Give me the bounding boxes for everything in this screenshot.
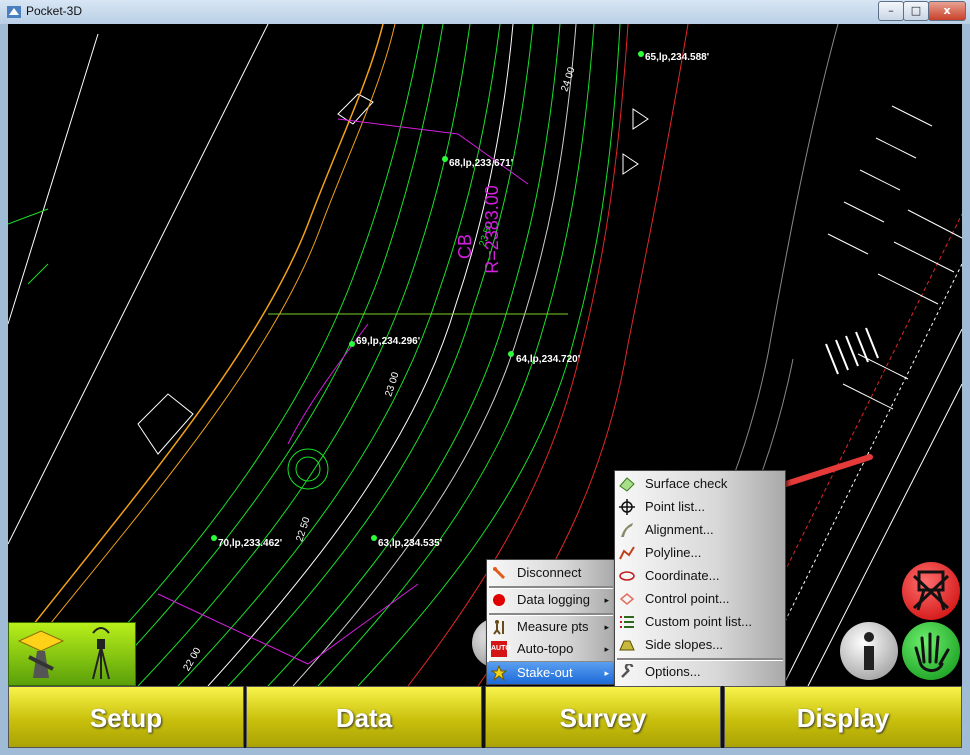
- cad-drawing: [8, 24, 962, 686]
- menu-item-alignment[interactable]: Alignment...: [615, 519, 785, 541]
- app-icon: [7, 6, 21, 18]
- map-canvas[interactable]: 65,lp,234.588' 68,lp,233.671' 69,lp,234.…: [8, 24, 962, 686]
- side-slopes-icon: [619, 640, 635, 651]
- red-dot-icon: [493, 594, 505, 606]
- close-button[interactable]: x: [928, 1, 966, 21]
- stop-tripod-icon: [912, 570, 950, 611]
- custom-list-icon: [620, 616, 634, 628]
- control-point-icon: [619, 593, 635, 605]
- setup-button[interactable]: Setup: [8, 686, 244, 748]
- menu-item-polyline[interactable]: Polyline...: [615, 542, 785, 564]
- point-label: 63,lp,234.535': [378, 538, 443, 549]
- menu-item-coordinate[interactable]: Coordinate...: [615, 565, 785, 587]
- menu-item-custom-point-list[interactable]: Custom point list...: [615, 611, 785, 633]
- bottom-nav: Setup Data Survey Display: [8, 686, 962, 748]
- hand-icon: [914, 632, 950, 672]
- window-title: Pocket-3D: [26, 4, 83, 18]
- menu-item-options[interactable]: Options...: [615, 661, 785, 683]
- menu-item-auto-topo[interactable]: AUTO Auto-topo ▸: [487, 638, 615, 660]
- survey-button[interactable]: Survey: [485, 686, 721, 748]
- polyline-icon: [619, 546, 635, 560]
- info-icon: [864, 632, 874, 670]
- stop-survey-button[interactable]: [902, 562, 960, 620]
- point-label: 69,lp,234.296': [356, 336, 421, 347]
- connection-status-box[interactable]: [8, 622, 136, 686]
- info-button[interactable]: [840, 622, 898, 680]
- menu-item-stake-out[interactable]: Stake-out ▸: [487, 662, 615, 684]
- surface-icon: [619, 477, 635, 492]
- alignment-icon: [621, 523, 633, 537]
- point-label: 70,lp,233.462': [218, 538, 283, 549]
- app-window: Pocket-3D – □ x 65,lp,234.588' 68,lp,233…: [0, 0, 970, 755]
- stakeout-submenu: Surface check Point list... Alignment...…: [614, 470, 786, 687]
- point-label: 65,lp,234.588': [645, 52, 710, 63]
- stakeout-icon: [491, 665, 507, 681]
- curve-radius-label: R=2383.00: [481, 185, 502, 274]
- submenu-arrow-icon: ▸: [604, 595, 609, 605]
- auto-icon: AUTO: [491, 641, 511, 657]
- disconnect-icon: [492, 566, 506, 580]
- surveyor-icon: [493, 620, 504, 635]
- menu-item-side-slopes[interactable]: Side slopes...: [615, 634, 785, 656]
- curve-label: CB: [455, 233, 476, 260]
- maximize-button[interactable]: □: [903, 1, 929, 21]
- coordinate-icon: [619, 571, 635, 581]
- menu-item-control-point[interactable]: Control point...: [615, 588, 785, 610]
- point-label: 68,lp,233.671': [449, 158, 514, 169]
- data-button[interactable]: Data: [246, 686, 482, 748]
- status-icons: [17, 627, 110, 680]
- survey-menu: Disconnect Data logging ▸ Measure pts ▸ …: [486, 559, 616, 685]
- menu-item-surface-check[interactable]: Surface check: [615, 473, 785, 495]
- menu-item-data-logging[interactable]: Data logging ▸: [487, 589, 615, 611]
- menu-item-point-list[interactable]: Point list...: [615, 496, 785, 518]
- pan-button[interactable]: [902, 622, 960, 680]
- display-button[interactable]: Display: [724, 686, 962, 748]
- submenu-arrow-icon: ▸: [604, 668, 609, 678]
- title-bar: Pocket-3D – □ x: [0, 0, 970, 24]
- submenu-arrow-icon: ▸: [604, 644, 609, 654]
- crosshair-icon: [619, 499, 635, 515]
- minimize-button[interactable]: –: [878, 1, 904, 21]
- menu-item-disconnect[interactable]: Disconnect: [487, 562, 615, 584]
- point-label: 64,lp,234.720': [516, 354, 581, 365]
- menu-item-measure-pts[interactable]: Measure pts ▸: [487, 616, 615, 638]
- wrench-icon: [621, 664, 634, 678]
- submenu-arrow-icon: ▸: [604, 622, 609, 632]
